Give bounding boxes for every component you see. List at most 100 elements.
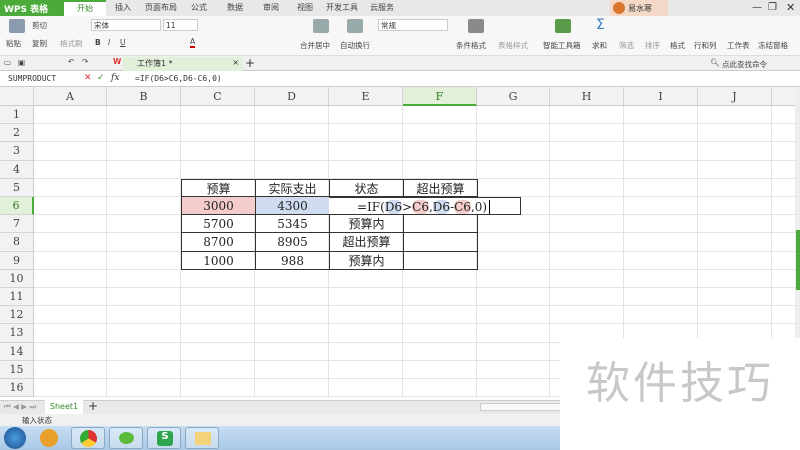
cell[interactable] <box>550 160 624 179</box>
cell[interactable] <box>255 269 329 288</box>
sort-button[interactable]: 排序 <box>645 40 660 51</box>
cell[interactable] <box>698 251 772 270</box>
tab-3[interactable]: 公式 <box>182 0 216 16</box>
cell[interactable] <box>34 360 107 379</box>
cell[interactable] <box>550 306 624 325</box>
table-cell[interactable]: 8700 <box>181 232 256 252</box>
cell[interactable] <box>477 124 550 143</box>
cut-button[interactable]: 剪切 <box>32 20 47 31</box>
tab-5[interactable]: 审阅 <box>254 0 288 16</box>
corner-select-all[interactable] <box>0 87 34 106</box>
cancel-icon[interactable]: ✕ <box>84 73 92 83</box>
cell[interactable] <box>477 160 550 179</box>
open-icon[interactable]: ▭ <box>4 58 11 67</box>
chrome-taskbar-icon[interactable] <box>71 427 105 449</box>
cell[interactable] <box>624 269 698 288</box>
table-cell[interactable]: 5700 <box>181 214 256 234</box>
cell[interactable] <box>107 142 181 161</box>
font-size-select[interactable]: 11 <box>163 19 198 31</box>
cell[interactable] <box>34 288 107 307</box>
row-header-16[interactable]: 16 <box>0 379 34 398</box>
sheet-nav-arrows[interactable]: ⏮ ◀ ▶ ⏭ <box>4 402 36 412</box>
cell[interactable] <box>624 106 698 125</box>
name-box[interactable]: SUMPRODUCT <box>2 72 74 86</box>
cell[interactable] <box>255 360 329 379</box>
format-button[interactable]: 格式 <box>670 40 685 51</box>
cell[interactable] <box>772 233 795 252</box>
new-tab-button[interactable]: + <box>245 56 255 70</box>
row-col-button[interactable]: 行和列 <box>694 40 717 51</box>
table-header-cell[interactable]: 状态 <box>329 178 404 197</box>
cell[interactable] <box>624 124 698 143</box>
cell[interactable] <box>107 233 181 252</box>
confirm-icon[interactable]: ✓ <box>97 73 105 83</box>
cell[interactable] <box>550 124 624 143</box>
scroll-thumb[interactable] <box>796 230 800 290</box>
cell[interactable] <box>329 324 403 343</box>
cell[interactable] <box>477 251 550 270</box>
row-header-3[interactable]: 3 <box>0 142 34 161</box>
table-cell[interactable]: 988 <box>255 250 330 270</box>
editing-cell-E6[interactable]: =IF(D6>C6,D6-C6,0) <box>329 197 521 216</box>
cell[interactable] <box>772 179 795 197</box>
freeze-panes-button[interactable]: 冻结窗格 <box>758 40 788 51</box>
cell[interactable] <box>624 142 698 161</box>
cell[interactable] <box>255 379 329 398</box>
tab-6[interactable]: 视图 <box>288 0 322 16</box>
sheet-tab[interactable]: Sheet1 <box>45 400 83 414</box>
cell[interactable] <box>624 197 698 216</box>
font-color-button[interactable]: A <box>190 37 196 48</box>
cell[interactable] <box>550 215 624 234</box>
redo-icon[interactable]: ↷ <box>82 57 88 66</box>
cell[interactable] <box>550 251 624 270</box>
cell[interactable] <box>34 215 107 234</box>
cell[interactable] <box>550 197 624 216</box>
cell[interactable] <box>181 106 255 125</box>
cell[interactable] <box>477 233 550 252</box>
row-header-15[interactable]: 15 <box>0 360 34 379</box>
column-header-H[interactable]: H <box>550 87 624 106</box>
table-cell[interactable]: 超出预算 <box>329 232 404 252</box>
cell[interactable] <box>698 306 772 325</box>
cell[interactable] <box>550 178 624 197</box>
cell[interactable] <box>550 269 624 288</box>
tab-0[interactable]: 开始 <box>64 0 106 16</box>
tab-2[interactable]: 页面布局 <box>140 0 182 16</box>
smart-toolbox-button[interactable]: 智能工具箱 <box>543 40 581 51</box>
cell[interactable] <box>329 106 403 125</box>
cell[interactable] <box>181 142 255 161</box>
cell[interactable] <box>403 379 477 398</box>
cell[interactable] <box>698 142 772 161</box>
font-select[interactable]: 宋体 <box>91 19 161 31</box>
cell[interactable] <box>329 124 403 143</box>
cell[interactable] <box>255 342 329 361</box>
cell[interactable] <box>698 178 772 197</box>
row-header-4[interactable]: 4 <box>0 160 34 179</box>
format-painter-button[interactable]: 格式刷 <box>60 38 83 49</box>
cell[interactable] <box>624 160 698 179</box>
table-cell[interactable]: 4300 <box>255 196 330 216</box>
conditional-format-button[interactable]: 条件格式 <box>456 40 486 51</box>
row-header-5[interactable]: 5 <box>0 178 34 197</box>
user-avatar-area[interactable]: 易水寒 <box>610 0 668 16</box>
cell[interactable] <box>403 142 477 161</box>
column-header-J[interactable]: J <box>698 87 772 106</box>
cell[interactable] <box>772 161 795 179</box>
table-cell[interactable]: 预算内 <box>329 250 404 270</box>
cell[interactable] <box>34 251 107 270</box>
worksheet-button[interactable]: 工作表 <box>727 40 750 51</box>
column-header-A[interactable]: A <box>34 87 107 106</box>
cell[interactable] <box>772 306 795 325</box>
explorer-taskbar-icon[interactable] <box>185 427 219 449</box>
command-search[interactable]: 点此查找命令 <box>722 59 767 70</box>
table-cell[interactable] <box>403 214 478 234</box>
cell[interactable] <box>698 215 772 234</box>
cell[interactable] <box>329 269 403 288</box>
cell[interactable] <box>403 288 477 307</box>
cell[interactable] <box>772 288 795 307</box>
cell[interactable] <box>477 106 550 125</box>
row-header-14[interactable]: 14 <box>0 342 34 361</box>
cell[interactable] <box>107 251 181 270</box>
row-header-6[interactable]: 6 <box>0 197 34 216</box>
merge-center-button[interactable]: 合并居中 <box>300 40 330 51</box>
